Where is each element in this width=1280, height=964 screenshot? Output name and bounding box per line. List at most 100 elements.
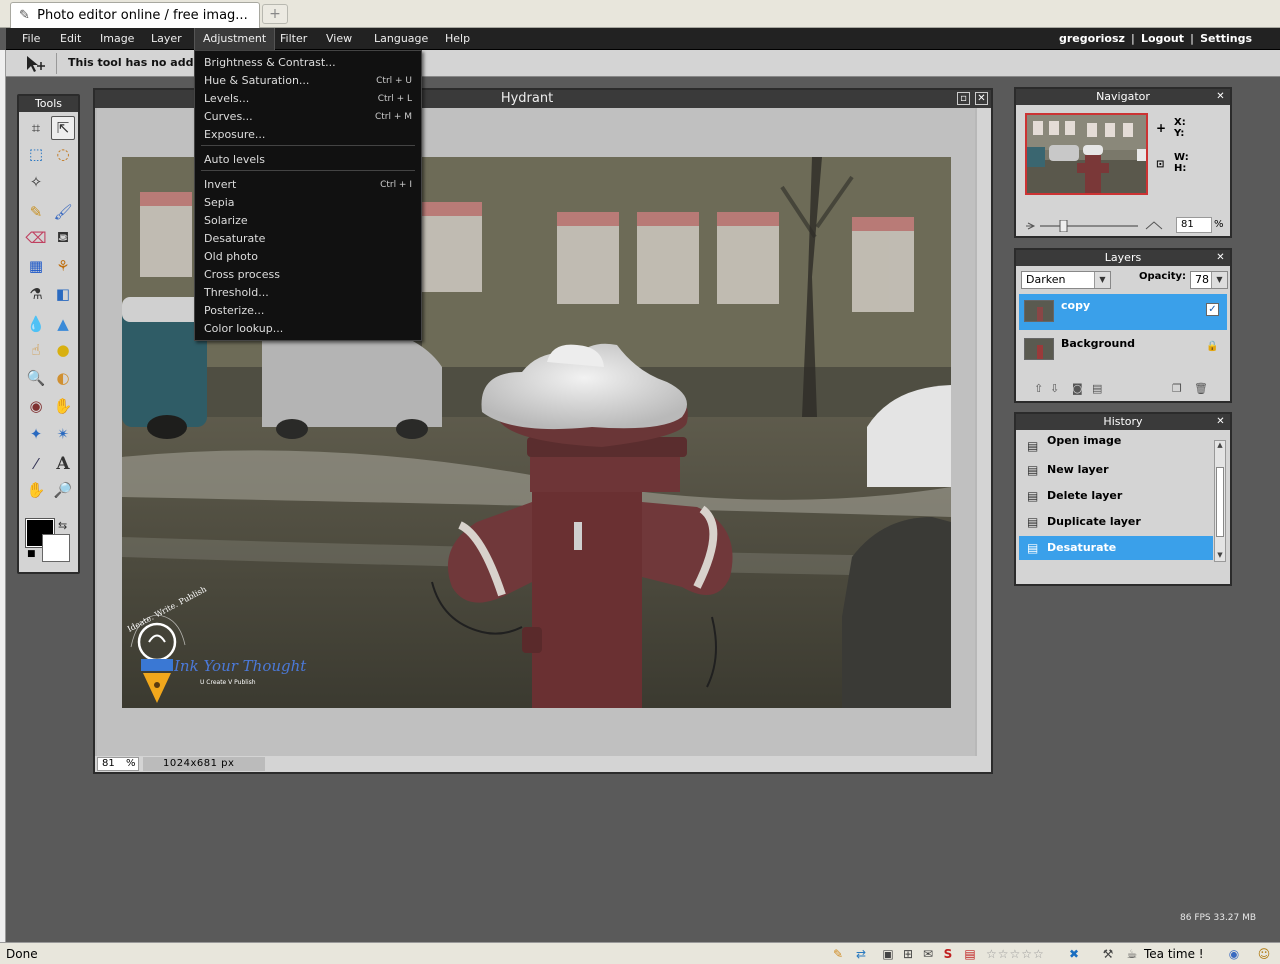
adjustment-menu-item[interactable]: Threshold... bbox=[195, 284, 421, 302]
eraser-icon[interactable]: ⌫ bbox=[24, 226, 48, 250]
drop-icon[interactable]: 💧 bbox=[24, 312, 48, 336]
move-icon[interactable]: ⇱ bbox=[51, 116, 75, 140]
firefox-icon[interactable]: ◉ bbox=[1226, 946, 1242, 962]
scroll-down-icon[interactable]: ▼ bbox=[1215, 551, 1225, 561]
close-icon[interactable]: ✕ bbox=[975, 92, 988, 105]
scroll-up-icon[interactable]: ▲ bbox=[1215, 441, 1225, 451]
menu-language[interactable]: Language bbox=[366, 28, 436, 50]
new-layer-icon[interactable]: ❐ bbox=[1172, 382, 1182, 395]
logout-link[interactable]: Logout bbox=[1141, 32, 1184, 45]
adjustment-menu-item[interactable]: Old photo bbox=[195, 248, 421, 266]
magic-wand-icon[interactable]: ✧ bbox=[24, 170, 48, 194]
zoom-icon[interactable]: 🔍 bbox=[24, 366, 48, 390]
adjustment-menu-item[interactable]: Curves... Ctrl + M bbox=[195, 108, 421, 126]
image-zoom-field[interactable]: 81 % bbox=[97, 757, 139, 771]
opacity-select[interactable]: 78 ▼ bbox=[1190, 271, 1228, 289]
monkey-icon[interactable]: ☺ bbox=[1256, 946, 1272, 962]
scroll-thumb[interactable] bbox=[1216, 467, 1224, 537]
pencil-icon[interactable]: ✎ bbox=[24, 200, 48, 224]
navigator-close-icon[interactable]: ✕ bbox=[1215, 91, 1226, 102]
menu-file[interactable]: File bbox=[14, 28, 48, 50]
adjustment-menu-item[interactable]: Desaturate bbox=[195, 230, 421, 248]
red-eye-icon[interactable]: ◉ bbox=[24, 394, 48, 418]
adjustment-menu-item[interactable]: Color lookup... bbox=[195, 320, 421, 338]
shape-icon[interactable]: ◧ bbox=[51, 282, 75, 306]
layer-row-background[interactable]: Background 🔒 bbox=[1019, 332, 1227, 368]
settings-link[interactable]: Settings bbox=[1200, 32, 1252, 45]
menu-layer[interactable]: Layer bbox=[143, 28, 190, 50]
history-item[interactable]: ▤ Duplicate layer bbox=[1019, 510, 1213, 534]
notes-icon[interactable]: ✎ bbox=[830, 946, 846, 962]
adjustment-menu-item[interactable]: Cross process bbox=[195, 266, 421, 284]
menu-edit[interactable]: Edit bbox=[52, 28, 89, 50]
type-icon[interactable]: A bbox=[51, 452, 75, 476]
canvas-vertical-scrollbar[interactable] bbox=[977, 108, 991, 756]
adjustment-menu-item[interactable]: Solarize bbox=[195, 212, 421, 230]
menu-image[interactable]: Image bbox=[92, 28, 142, 50]
sharpen-icon[interactable]: ▲ bbox=[51, 312, 75, 336]
bloat-icon[interactable]: ✦ bbox=[24, 422, 48, 446]
smudge-icon[interactable]: ☝ bbox=[24, 338, 48, 362]
layer-row-copy[interactable]: copy ✓ bbox=[1019, 294, 1227, 330]
history-close-icon[interactable]: ✕ bbox=[1215, 416, 1226, 427]
marquee-icon[interactable]: ⬚ bbox=[24, 142, 48, 166]
adjustment-menu-item[interactable]: Hue & Saturation... Ctrl + U bbox=[195, 72, 421, 90]
sponge-icon[interactable]: ● bbox=[51, 338, 75, 362]
new-tab-button[interactable]: + bbox=[262, 4, 288, 24]
magnifier-icon[interactable]: 🔎 bbox=[51, 478, 75, 502]
adjustment-menu-item[interactable]: Levels... Ctrl + L bbox=[195, 90, 421, 108]
tools-addon-icon[interactable]: ⚒ bbox=[1100, 946, 1116, 962]
menu-view[interactable]: View bbox=[318, 28, 360, 50]
adjustment-menu-item[interactable]: Brightness & Contrast... bbox=[195, 54, 421, 72]
maximize-icon[interactable]: ▫ bbox=[957, 92, 970, 105]
browser-tab[interactable]: ✎ Photo editor online / free imag... bbox=[10, 2, 260, 28]
reset-colors-icon[interactable]: ■ bbox=[27, 549, 36, 559]
color-replace-icon[interactable]: ⚗ bbox=[24, 282, 48, 306]
pdf-icon[interactable]: ▤ bbox=[962, 946, 978, 962]
history-item[interactable]: ▤ Delete layer bbox=[1019, 484, 1213, 508]
history-item-selected[interactable]: ▤ Desaturate bbox=[1019, 536, 1213, 560]
hand-icon[interactable]: ✋ bbox=[24, 478, 48, 502]
lasso-icon[interactable]: ◌ bbox=[51, 142, 75, 166]
sync-icon[interactable]: ⇄ bbox=[853, 946, 869, 962]
navigator-zoom-input[interactable]: 81 bbox=[1176, 217, 1212, 233]
history-item[interactable]: ▤ New layer bbox=[1019, 458, 1213, 482]
menu-filter[interactable]: Filter bbox=[272, 28, 315, 50]
adjustment-menu-item[interactable]: Exposure... bbox=[195, 126, 421, 144]
dodge-icon[interactable]: ◐ bbox=[51, 366, 75, 390]
layer-mask-icon[interactable]: ◙ bbox=[1072, 382, 1083, 395]
x-addon-icon[interactable]: ✖ bbox=[1066, 946, 1082, 962]
navigator-zoom-slider[interactable] bbox=[1026, 219, 1176, 233]
layer-visibility-checkbox[interactable]: ✓ bbox=[1206, 303, 1219, 316]
layers-close-icon[interactable]: ✕ bbox=[1215, 252, 1226, 263]
gradient-icon[interactable]: ▦ bbox=[24, 254, 48, 278]
addon-s-icon[interactable]: S bbox=[940, 946, 956, 962]
adjustment-menu-item[interactable]: Sepia bbox=[195, 194, 421, 212]
adjustment-menu-item[interactable]: Invert Ctrl + I bbox=[195, 176, 421, 194]
stamp-icon[interactable]: ⚘ bbox=[51, 254, 75, 278]
menu-help[interactable]: Help bbox=[437, 28, 478, 50]
menu-adjustment[interactable]: Adjustment bbox=[194, 28, 276, 50]
brush-icon[interactable]: 🖌 bbox=[51, 200, 75, 224]
adjustment-menu-item[interactable]: Posterize... bbox=[195, 302, 421, 320]
tea-time-text[interactable]: Tea time ! bbox=[1144, 947, 1204, 961]
pinch-icon[interactable]: ✴ bbox=[51, 422, 75, 446]
swap-colors-icon[interactable]: ⇆ bbox=[58, 519, 67, 532]
adjustment-menu-item[interactable]: Auto levels bbox=[195, 151, 421, 169]
picker-icon[interactable]: ⁄ bbox=[24, 452, 48, 476]
username-link[interactable]: gregoriosz bbox=[1059, 32, 1125, 45]
background-color-swatch[interactable] bbox=[42, 534, 70, 562]
bucket-icon[interactable]: ⛾ bbox=[51, 226, 75, 250]
delete-layer-icon[interactable]: 🗑 bbox=[1194, 382, 1208, 395]
rating-stars-icon[interactable]: ☆☆☆☆☆ bbox=[986, 946, 1062, 962]
move-layer-down-icon[interactable]: ⇩ bbox=[1050, 382, 1059, 395]
history-item[interactable]: ▤ Open image bbox=[1019, 434, 1213, 453]
blend-mode-select[interactable]: Darken ▼ bbox=[1021, 271, 1111, 289]
navigator-thumbnail[interactable] bbox=[1025, 113, 1148, 195]
mail-icon[interactable]: ✉ bbox=[920, 946, 936, 962]
crop-icon[interactable]: ⌗ bbox=[24, 116, 48, 140]
burn-icon[interactable]: ✋ bbox=[51, 394, 75, 418]
move-layer-up-icon[interactable]: ⇧ bbox=[1034, 382, 1043, 395]
history-scrollbar[interactable]: ▲ ▼ bbox=[1214, 440, 1226, 562]
window-icon[interactable]: ▣ bbox=[880, 946, 896, 962]
